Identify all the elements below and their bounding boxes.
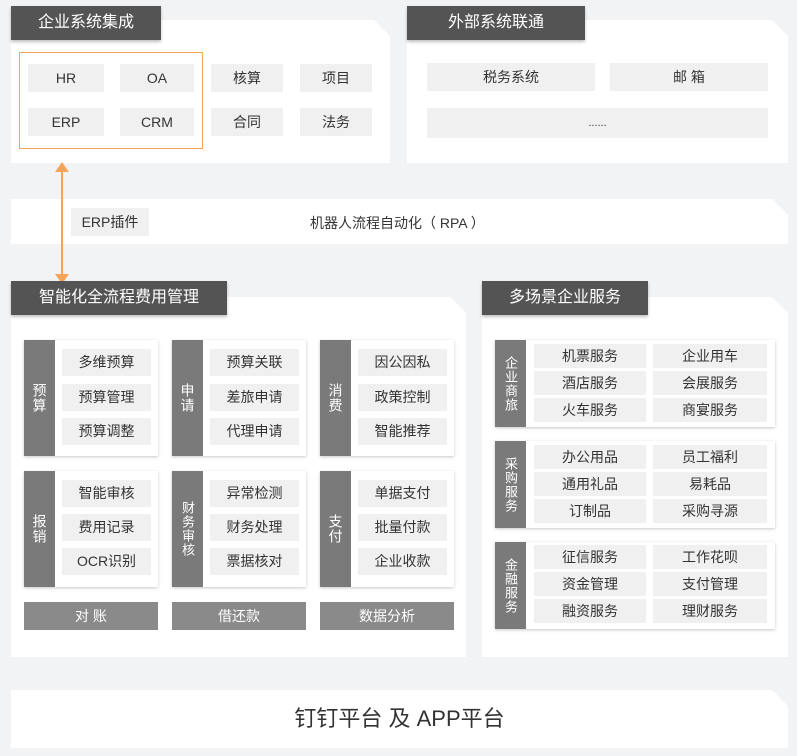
system-mail: 邮 箱 <box>610 63 768 91</box>
rpa-label: 机器人流程自动化（ RPA ） <box>310 215 485 231</box>
business-travel-item: 会展服务 <box>653 371 767 395</box>
reimburse-item: 费用记录 <box>62 514 151 541</box>
payment-label: 支付 <box>320 471 351 587</box>
consume-item: 因公因私 <box>358 349 447 376</box>
finance-services-item: 融资服务 <box>534 599 646 623</box>
system-tax: 税务系统 <box>427 63 595 91</box>
business-travel-item: 机票服务 <box>534 344 646 368</box>
business-travel-item: 商宴服务 <box>653 398 767 422</box>
external-systems-title: 外部系统联通 <box>407 6 585 40</box>
consume-item: 政策控制 <box>358 384 447 411</box>
finance-audit-label: 财务审核 <box>172 471 203 587</box>
double-arrow-icon <box>55 162 69 284</box>
external-systems-panel <box>407 20 788 163</box>
procurement-item: 员工福利 <box>653 445 767 469</box>
expense-management-title: 智能化全流程费用管理 <box>11 281 227 315</box>
finance-services-label: 金融服务 <box>495 542 526 629</box>
reconcile-bar: 对 账 <box>24 602 158 630</box>
consume-label: 消费 <box>320 340 351 456</box>
reimburse-item: OCR识别 <box>62 548 151 575</box>
procurement-item: 订制品 <box>534 499 646 523</box>
business-travel-item: 酒店服务 <box>534 371 646 395</box>
data-analysis-bar: 数据分析 <box>320 602 454 630</box>
budget-label: 预算 <box>24 340 55 456</box>
system-more: ...... <box>427 108 768 138</box>
finance-audit-item: 异常检测 <box>210 480 299 507</box>
payment-item: 批量付款 <box>358 514 447 541</box>
finance-services-item: 征信服务 <box>534 545 646 569</box>
finance-audit-item: 票据核对 <box>210 548 299 575</box>
budget-item: 多维预算 <box>62 349 151 376</box>
business-travel-item: 火车服务 <box>534 398 646 422</box>
apply-item: 代理申请 <box>210 418 299 445</box>
apply-item: 差旅申请 <box>210 384 299 411</box>
procurement-item: 易耗品 <box>653 472 767 496</box>
system-accounting: 核算 <box>211 64 283 92</box>
system-hr: HR <box>28 64 104 92</box>
finance-audit-item: 财务处理 <box>210 514 299 541</box>
procurement-label: 采购服务 <box>495 441 526 528</box>
system-oa: OA <box>120 64 194 92</box>
finance-services-item: 理财服务 <box>653 599 767 623</box>
procurement-item: 采购寻源 <box>653 499 767 523</box>
apply-item: 预算关联 <box>210 349 299 376</box>
apply-label: 申请 <box>172 340 203 456</box>
business-travel-item: 企业用车 <box>653 344 767 368</box>
finance-services-item: 资金管理 <box>534 572 646 596</box>
budget-item: 预算管理 <box>62 384 151 411</box>
enterprise-integration-title: 企业系统集成 <box>11 6 161 40</box>
system-contract: 合同 <box>211 108 283 136</box>
consume-item: 智能推荐 <box>358 418 447 445</box>
loan-repay-bar: 借还款 <box>172 602 306 630</box>
system-erp: ERP <box>28 108 104 136</box>
finance-services-item: 工作花呗 <box>653 545 767 569</box>
system-project: 项目 <box>300 64 372 92</box>
reimburse-item: 智能审核 <box>62 480 151 507</box>
erp-plugin-chip: ERP插件 <box>71 208 149 236</box>
system-crm: CRM <box>120 108 194 136</box>
reimburse-label: 报销 <box>24 471 55 587</box>
finance-services-item: 支付管理 <box>653 572 767 596</box>
system-legal: 法务 <box>300 108 372 136</box>
platform-label: 钉钉平台 及 APP平台 <box>294 706 505 731</box>
business-travel-label: 企业商旅 <box>495 340 526 427</box>
budget-item: 预算调整 <box>62 418 151 445</box>
procurement-item: 通用礼品 <box>534 472 646 496</box>
payment-item: 单据支付 <box>358 480 447 507</box>
enterprise-services-title: 多场景企业服务 <box>482 281 648 315</box>
procurement-item: 办公用品 <box>534 445 646 469</box>
payment-item: 企业收款 <box>358 548 447 575</box>
